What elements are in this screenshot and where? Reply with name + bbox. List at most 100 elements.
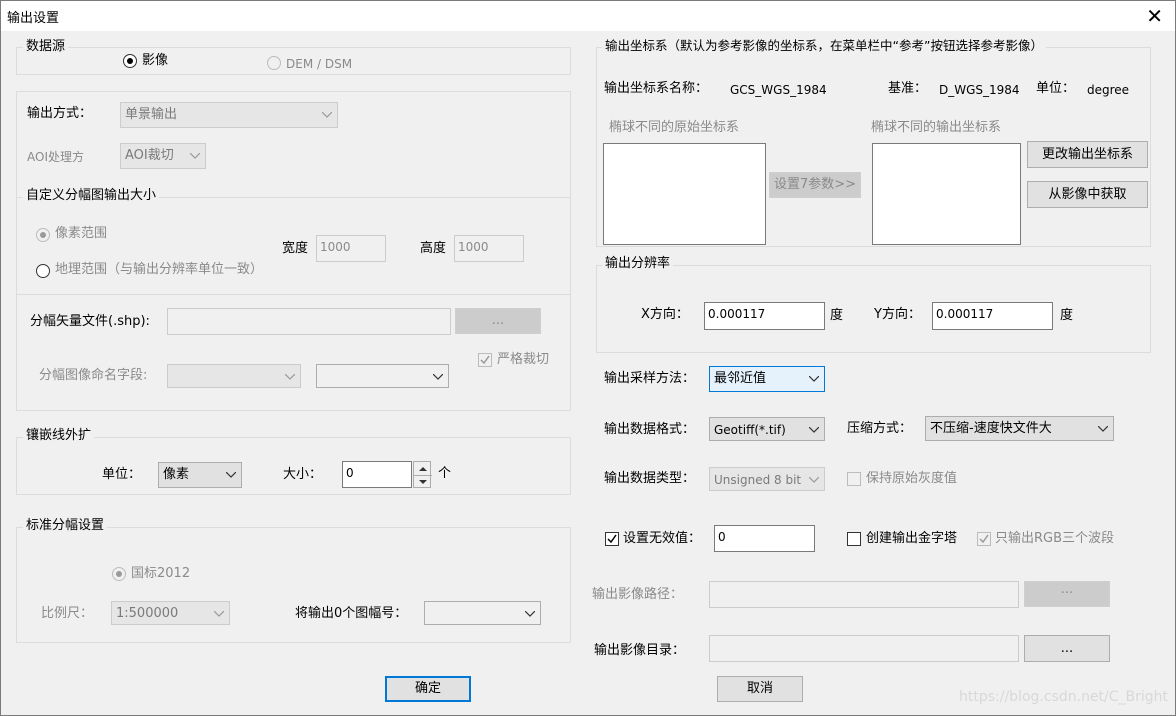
chevron-down-icon	[225, 463, 237, 487]
output-mode-value: 单景输出	[125, 107, 178, 122]
custom-tile-title: 自定义分幅图输出大小	[23, 188, 160, 204]
radio-geo-range[interactable]	[36, 264, 50, 278]
set-7-params-button[interactable]: 设置7参数>>	[769, 172, 861, 198]
change-coord-button[interactable]: 更改输出坐标系	[1027, 141, 1148, 168]
standard-tile-title: 标准分幅设置	[23, 518, 108, 534]
dst-coord-list[interactable]	[872, 143, 1021, 245]
dtype-label: 输出数据类型：	[604, 471, 696, 486]
mosaic-unit-value: 像素	[163, 467, 190, 482]
chevron-down-icon	[808, 468, 820, 490]
x-res-unit: 度	[830, 308, 844, 323]
output-count-label: 将输出0个图幅号：	[295, 606, 408, 621]
height-label: 高度	[420, 241, 447, 256]
rgb-only-checkbox[interactable]	[977, 532, 991, 546]
radio-geo-range-label: 地理范围（与输出分辨率单位一致）	[55, 262, 264, 277]
mosaic-unit-label: 单位：	[102, 467, 142, 482]
width-label: 宽度	[282, 241, 309, 256]
aoi-value: AOI裁切	[125, 148, 174, 163]
unit-value: degree	[1087, 83, 1130, 97]
radio-pixel-range-label: 像素范围	[55, 226, 108, 241]
naming-field-select-2[interactable]	[316, 364, 449, 388]
output-dir-browse-button[interactable]: ...	[1024, 635, 1110, 662]
vector-file-label: 分幅矢量文件(.shp):	[30, 314, 150, 329]
strict-clip-checkbox[interactable]	[478, 353, 492, 367]
from-image-button[interactable]: 从影像中获取	[1027, 181, 1148, 208]
chevron-down-icon	[524, 602, 536, 624]
format-select[interactable]: Geotiff(*.tif)	[709, 417, 825, 441]
dst-coord-list-label: 椭球不同的输出坐标系	[871, 120, 1002, 135]
checkmark-icon	[480, 355, 490, 365]
radio-image[interactable]	[123, 54, 137, 68]
chevron-down-icon	[213, 602, 225, 624]
checkmark-icon	[979, 534, 989, 544]
y-res-field[interactable]: 0.000117	[932, 302, 1053, 330]
output-count-select[interactable]	[424, 601, 541, 625]
chevron-down-icon	[1097, 417, 1109, 440]
spin-arrows-icon	[414, 467, 432, 484]
unit-label: 单位：	[1036, 81, 1076, 96]
naming-field-label: 分幅图像命名字段:	[39, 368, 148, 383]
mosaic-size-label: 大小：	[283, 467, 323, 482]
datum-label: 基准：	[888, 81, 928, 96]
output-mode-select[interactable]: 单景输出	[120, 102, 338, 128]
mosaic-title: 镶嵌线外扩	[23, 428, 95, 444]
mosaic-size-field[interactable]: 0	[342, 461, 412, 488]
radio-dem-dsm[interactable]	[267, 56, 281, 70]
output-settings-dialog: 输出设置 ✕ 数据源 影像 DEM / DSM 输出方式： 单景输出 AOI处理…	[0, 0, 1176, 716]
compress-select[interactable]: 不压缩-速度快文件大	[925, 416, 1114, 441]
chevron-down-icon	[808, 367, 820, 391]
mosaic-size-stepper[interactable]	[413, 461, 432, 488]
resample-select[interactable]: 最邻近值	[709, 366, 825, 392]
src-coord-list[interactable]	[603, 143, 766, 245]
dtype-value: Unsigned 8 bit	[714, 473, 802, 487]
vector-file-field[interactable]	[167, 308, 451, 335]
radio-national-2012-label: 国标2012	[131, 566, 191, 581]
radio-dem-dsm-label: DEM / DSM	[286, 57, 353, 71]
height-field[interactable]: 1000	[454, 235, 524, 262]
output-path-browse-button[interactable]: ···	[1024, 581, 1110, 607]
keep-gray-checkbox[interactable]	[847, 472, 861, 486]
cancel-button[interactable]: 取消	[717, 676, 803, 702]
scale-value: 1:500000	[116, 606, 179, 621]
output-path-field[interactable]	[709, 581, 1019, 608]
title-bar: 输出设置 ✕	[1, 1, 1175, 31]
output-dir-field[interactable]	[709, 635, 1019, 662]
coord-system-title: 输出坐标系（默认为参考影像的坐标系，在菜单栏中“参考”按钮选择参考影像）	[602, 38, 1046, 54]
format-label: 输出数据格式：	[604, 422, 696, 437]
nodata-field[interactable]: 0	[714, 525, 815, 552]
output-dir-label: 输出影像目录：	[594, 643, 686, 658]
output-mode-label: 输出方式：	[27, 106, 93, 121]
scale-select[interactable]: 1:500000	[111, 601, 230, 625]
close-icon[interactable]: ✕	[1146, 4, 1163, 28]
y-res-unit: 度	[1060, 308, 1074, 323]
radio-image-label: 影像	[142, 53, 169, 68]
checkmark-icon	[607, 534, 617, 544]
pyramid-label: 创建输出金字塔	[866, 531, 958, 546]
chevron-down-icon	[808, 418, 820, 440]
coord-name-label: 输出坐标系名称：	[604, 81, 709, 96]
radio-pixel-range[interactable]	[36, 228, 50, 242]
y-res-label: Y方向：	[874, 307, 921, 322]
pyramid-checkbox[interactable]	[847, 532, 861, 546]
x-res-field[interactable]: 0.000117	[704, 302, 825, 330]
nodata-checkbox[interactable]	[605, 532, 619, 546]
radio-national-2012[interactable]	[112, 567, 126, 581]
strict-clip-label: 严格裁切	[497, 352, 550, 367]
datum-value: D_WGS_1984	[939, 83, 1020, 97]
aoi-label: AOI处理方	[27, 150, 84, 164]
x-res-label: X方向：	[641, 307, 689, 322]
dtype-select[interactable]: Unsigned 8 bit	[709, 467, 825, 491]
aoi-select[interactable]: AOI裁切	[120, 143, 206, 169]
coord-name-value: GCS_WGS_1984	[730, 83, 827, 97]
resolution-title: 输出分辨率	[602, 256, 674, 272]
mosaic-unit-select[interactable]: 像素	[158, 462, 242, 488]
keep-gray-label: 保持原始灰度值	[866, 471, 958, 486]
standard-tile-group	[16, 527, 571, 643]
format-value: Geotiff(*.tif)	[714, 423, 786, 437]
vector-browse-button[interactable]: ...	[455, 308, 541, 334]
naming-field-select[interactable]	[167, 364, 301, 388]
width-field[interactable]: 1000	[316, 235, 386, 262]
output-path-label: 输出影像路径：	[592, 587, 684, 602]
ok-button[interactable]: 确定	[385, 676, 471, 702]
chevron-down-icon	[432, 365, 444, 387]
